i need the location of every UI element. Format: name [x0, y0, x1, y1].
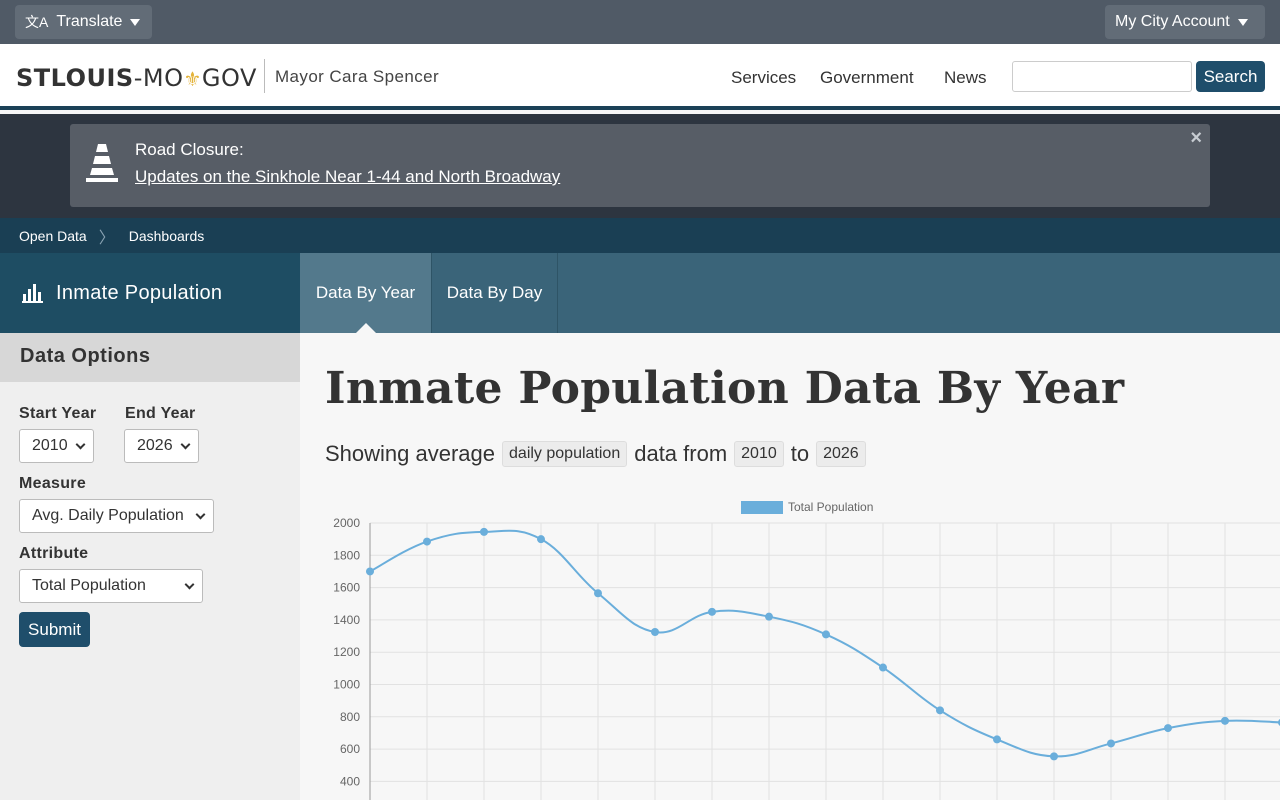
main-content: Inmate Population Data By Year Showing a…: [300, 333, 1280, 800]
measure-tag: daily population: [502, 441, 628, 467]
data-point: [594, 589, 602, 598]
y-tick-label: 1000: [333, 678, 360, 692]
nav-news[interactable]: News: [944, 68, 987, 88]
data-point: [1050, 752, 1058, 761]
my-city-account-button[interactable]: My City Account: [1105, 5, 1265, 39]
search-input[interactable]: [1012, 61, 1192, 92]
chevron-down-icon: [184, 579, 195, 590]
attribute-value: Total Population: [32, 577, 146, 594]
data-point: [480, 527, 488, 536]
y-tick-label: 1800: [333, 548, 360, 562]
chevron-down-icon: [180, 439, 191, 450]
chevron-down-icon: [75, 439, 86, 450]
account-label: My City Account: [1115, 13, 1230, 30]
start-year-label: Start Year: [19, 405, 97, 422]
legend-label: Total Population: [788, 500, 873, 514]
end-year-tag: 2026: [816, 441, 866, 467]
data-from-text: data from: [634, 441, 728, 466]
dashboard-title[interactable]: Inmate Population: [0, 253, 300, 333]
population-line-chart: 2000 1800 1600 1400 1200 1000 800 600 400 Total P…: [333, 500, 1280, 800]
dashboard-title-text: Inmate Population: [56, 281, 223, 304]
translate-label: Translate: [56, 13, 123, 30]
measure-value: Avg. Daily Population: [32, 507, 184, 524]
logo-mo-text: -MO: [133, 64, 184, 92]
breadcrumb: Open Data 〉 Dashboards: [0, 218, 1280, 253]
data-point: [708, 607, 716, 616]
sidebar-heading: Data Options: [0, 333, 300, 382]
measure-label: Measure: [19, 475, 87, 492]
data-point: [1107, 739, 1115, 748]
y-tick-label: 600: [340, 742, 360, 756]
series-line-total-population: [369, 529, 1280, 758]
close-icon[interactable]: ×: [1190, 127, 1202, 150]
nav-services[interactable]: Services: [731, 68, 796, 88]
logo-gov-text: GOV: [201, 64, 257, 92]
alert-title: Road Closure:: [135, 140, 244, 159]
nav-government[interactable]: Government: [820, 68, 914, 88]
caret-down-icon: [1237, 18, 1248, 26]
tab-data-by-year[interactable]: Data By Year: [300, 253, 432, 333]
start-year-tag: 2010: [734, 441, 784, 467]
data-point: [1164, 724, 1172, 733]
y-tick-label: 2000: [333, 516, 360, 530]
showing-prefix: Showing average: [325, 441, 496, 466]
data-point: [879, 663, 887, 672]
data-point: [765, 612, 773, 621]
data-point: [993, 735, 1001, 744]
data-point: [822, 630, 830, 639]
y-tick-label: 400: [340, 774, 360, 788]
measure-select[interactable]: Avg. Daily Population: [19, 499, 214, 533]
search-button[interactable]: Search: [1196, 61, 1265, 92]
logo-divider: [264, 59, 265, 93]
page-title: Inmate Population Data By Year: [325, 363, 1125, 414]
end-year-select[interactable]: 2026: [124, 429, 199, 463]
chevron-down-icon: [195, 509, 206, 520]
showing-summary: Showing average daily population data fr…: [325, 441, 866, 467]
end-year-value: 2026: [137, 437, 173, 454]
attribute-label: Attribute: [19, 545, 89, 562]
data-point: [1221, 716, 1229, 725]
y-tick-label: 1200: [333, 645, 360, 659]
top-utility-bar: 文A Translate My City Account: [0, 0, 1280, 44]
site-logo[interactable]: STLOUIS-MO⚜GOV: [16, 64, 257, 92]
fleur-de-lis-icon: ⚜: [183, 67, 202, 91]
legend-swatch: [741, 501, 783, 514]
mayor-name: Mayor Cara Spencer: [275, 67, 440, 86]
alert-band: Road Closure: Updates on the Sinkhole Ne…: [0, 114, 1280, 218]
alert-link[interactable]: Updates on the Sinkhole Near 1-44 and No…: [135, 167, 560, 187]
y-tick-label: 1400: [333, 613, 360, 627]
site-header: STLOUIS-MO⚜GOV Mayor Cara Spencer Servic…: [0, 44, 1280, 110]
y-tick-label: 1600: [333, 581, 360, 595]
data-point: [423, 537, 431, 546]
breadcrumb-open-data[interactable]: Open Data: [19, 228, 87, 244]
bar-chart-icon: [22, 284, 43, 303]
data-point: [936, 706, 944, 715]
submit-button[interactable]: Submit: [19, 612, 90, 647]
translate-button[interactable]: 文A Translate: [15, 5, 152, 39]
y-tick-label: 800: [340, 710, 360, 724]
road-closure-alert: Road Closure: Updates on the Sinkhole Ne…: [70, 124, 1210, 207]
start-year-value: 2010: [32, 437, 68, 454]
dashboard-nav: Inmate Population Data By Year Data By D…: [0, 253, 1280, 333]
chevron-right-icon: 〉: [98, 229, 115, 247]
translate-icon: 文A: [25, 14, 49, 30]
traffic-cone-icon: [86, 144, 118, 182]
end-year-label: End Year: [125, 405, 196, 422]
start-year-select[interactable]: 2010: [19, 429, 94, 463]
to-text: to: [790, 441, 810, 466]
active-tab-indicator: [356, 323, 376, 333]
logo-bold-text: STLOUIS: [16, 64, 134, 92]
data-point: [651, 628, 659, 637]
breadcrumb-dashboards[interactable]: Dashboards: [129, 228, 205, 244]
attribute-select[interactable]: Total Population: [19, 569, 203, 603]
caret-down-icon: [130, 18, 141, 26]
data-options-sidebar: Data Options Start Year End Year 2010 20…: [0, 333, 300, 800]
data-point: [537, 535, 545, 544]
data-point: [366, 567, 374, 576]
tab-data-by-day[interactable]: Data By Day: [432, 253, 558, 333]
